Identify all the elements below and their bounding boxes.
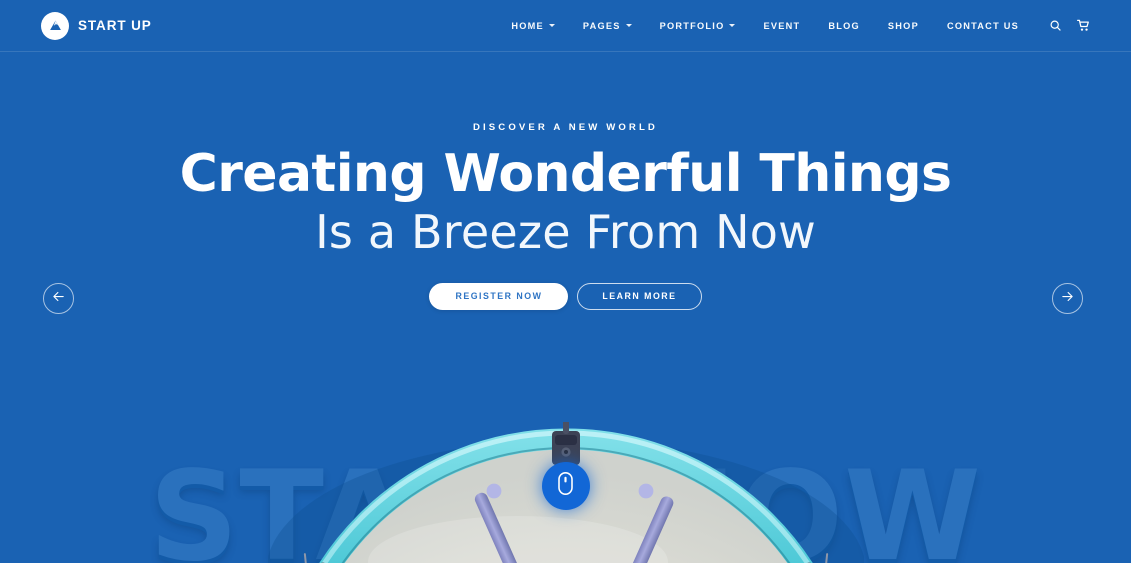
search-icon[interactable] [1049,19,1062,32]
nav-item-pages[interactable]: PAGES [569,21,646,31]
slider-prev-button[interactable] [43,283,74,314]
register-now-button[interactable]: REGISTER NOW [429,282,569,310]
hero-headline-secondary: Is a Breeze From Now [315,205,816,260]
hero-slider: START NOW DISCOVER A NEW WORLD Creating … [0,52,1131,563]
nav-item-blog-label: BLOG [828,20,860,31]
chevron-down-icon [625,24,632,27]
hero-cta-group: REGISTER NOW LEARN MORE [0,282,1131,310]
nav-item-event[interactable]: EVENT [749,21,814,31]
nav-item-home-label: HOME [511,20,544,31]
nav-item-portfolio-label: PORTFOLIO [659,20,725,31]
cart-icon[interactable] [1077,19,1090,32]
arrow-right-circle-icon [1060,289,1075,309]
learn-more-button[interactable]: LEARN MORE [577,282,702,310]
nav-item-contact-us[interactable]: CONTACT US [933,21,1033,31]
nav-item-event-label: EVENT [763,20,801,31]
nav-item-shop-label: SHOP [887,20,919,31]
slider-next-button[interactable] [1052,283,1083,314]
hero-eyebrow: DISCOVER A NEW WORLD [473,122,658,133]
scroll-down-badge[interactable] [541,462,590,510]
nav-item-contact-us-label: CONTACT US [946,20,1019,31]
chevron-down-icon [729,24,736,27]
site-logo[interactable]: START UP [41,11,152,40]
hero-copy-block: DISCOVER A NEW WORLD Creating Wonderful … [0,52,1131,310]
nav-item-blog[interactable]: BLOG [814,21,874,31]
hero-headline-primary: Creating Wonderful Things [179,144,952,204]
mountain-icon [41,11,69,40]
arrow-left-circle-icon [51,289,66,309]
nav-item-shop[interactable]: SHOP [874,21,933,31]
site-logo-text: START UP [78,18,152,33]
nav-item-home[interactable]: HOME [497,21,569,31]
header-icon-group [1049,19,1090,32]
mouse-scroll-icon [557,471,574,501]
chevron-down-icon [548,24,555,27]
nav-item-portfolio[interactable]: PORTFOLIO [646,21,750,31]
nav-item-pages-label: PAGES [582,20,621,31]
main-navigation: HOME PAGES PORTFOLIO EVENT BLOG SHOP CON… [497,19,1090,32]
page-root: START UP HOME PAGES PORTFOLIO EVENT BLOG [0,0,1131,563]
site-header: START UP HOME PAGES PORTFOLIO EVENT BLOG [0,0,1131,52]
